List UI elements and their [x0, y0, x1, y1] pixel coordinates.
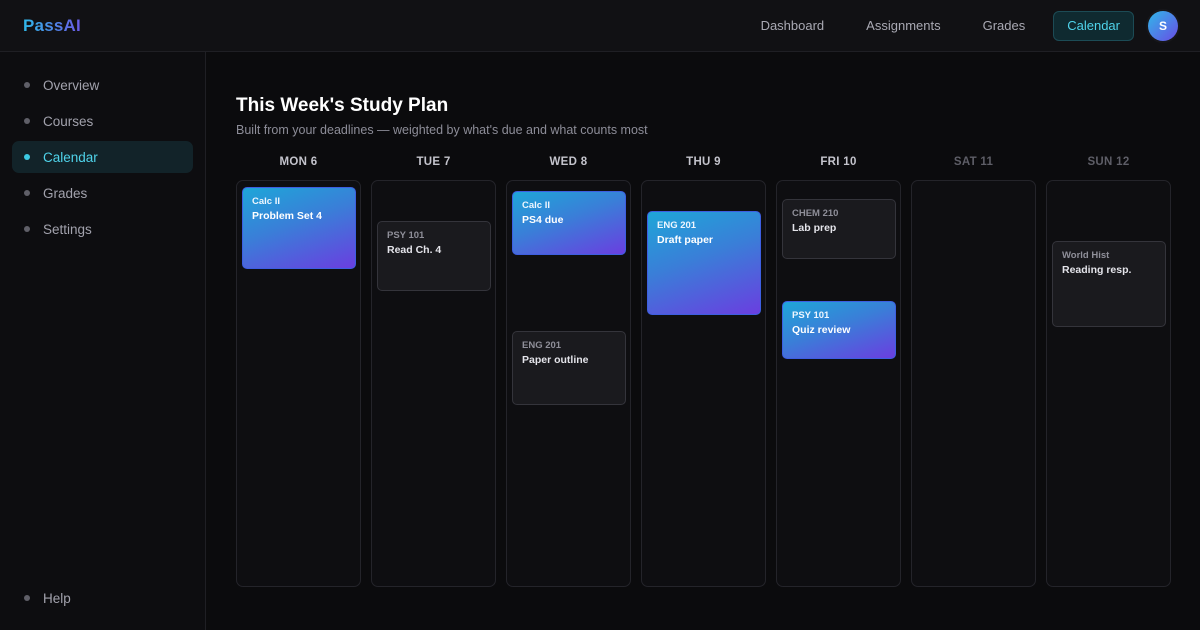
sidebar-item-calendar[interactable]: Calendar [12, 141, 193, 173]
study-task-card[interactable]: PSY 101 Quiz review [782, 301, 896, 359]
task-title: Draft paper [657, 234, 714, 246]
app-logo[interactable]: PassAI [23, 16, 81, 36]
nav-dashboard[interactable]: Dashboard [747, 11, 839, 41]
page-subtitle: Built from your deadlines — weighted by … [236, 123, 648, 137]
task-title: Quiz review [792, 324, 851, 336]
bullet-dot-icon [24, 82, 30, 88]
day-column-fri[interactable]: CHEM 210 Lab prep PSY 101 Quiz review [776, 180, 901, 587]
study-task-card[interactable]: ENG 201 Paper outline [512, 331, 626, 405]
bullet-dot-icon [24, 154, 30, 160]
task-title: Read Ch. 4 [387, 244, 442, 256]
task-title: Lab prep [792, 222, 837, 234]
sidebar-item-label: Grades [43, 185, 88, 201]
sidebar-item-label: Settings [43, 221, 92, 237]
day-header: SAT 11 [953, 156, 994, 168]
study-task-card[interactable]: Calc II Problem Set 4 [242, 187, 356, 269]
day-column-thu[interactable]: ENG 201 Draft paper [641, 180, 766, 587]
day-column-tue[interactable]: PSY 101 Read Ch. 4 [371, 180, 496, 587]
task-course: CHEM 210 [792, 208, 839, 219]
sidebar-item-courses[interactable]: Courses [12, 105, 193, 137]
study-task-card[interactable]: ENG 201 Draft paper [647, 211, 761, 315]
task-title: Problem Set 4 [252, 210, 323, 222]
day-column-sun[interactable]: World Hist Reading resp. [1046, 180, 1171, 587]
task-title: Paper outline [522, 354, 589, 366]
user-avatar[interactable]: S [1148, 11, 1178, 41]
bullet-dot-icon [24, 118, 30, 124]
day-column-sat[interactable] [911, 180, 1036, 587]
task-course: ENG 201 [522, 340, 562, 351]
nav-grades[interactable]: Grades [969, 11, 1040, 41]
day-header: THU 9 [686, 156, 721, 168]
task-title: Reading resp. [1062, 264, 1132, 276]
sidebar-item-label: Help [43, 590, 71, 606]
sidebar-item-label: Courses [43, 113, 94, 129]
day-header: TUE 7 [416, 156, 451, 168]
study-task-card[interactable]: PSY 101 Read Ch. 4 [377, 221, 491, 291]
task-course: Calc II [522, 200, 550, 211]
task-course: PSY 101 [792, 310, 830, 321]
nav-calendar[interactable]: Calendar [1053, 11, 1134, 41]
day-column-wed[interactable]: Calc II PS4 due ENG 201 Paper outline [506, 180, 631, 587]
task-course: ENG 201 [657, 220, 697, 231]
sidebar-item-overview[interactable]: Overview [12, 69, 193, 101]
bullet-dot-icon [24, 190, 30, 196]
page-title: This Week's Study Plan [236, 95, 449, 116]
task-course: PSY 101 [387, 230, 425, 241]
nav-assignments[interactable]: Assignments [852, 11, 954, 41]
top-nav: Dashboard Assignments Grades Calendar [733, 11, 1134, 41]
task-course: Calc II [252, 196, 280, 207]
sidebar: Overview Courses Calendar Grades Setting… [0, 52, 206, 630]
study-task-card[interactable]: CHEM 210 Lab prep [782, 199, 896, 259]
task-course: World Hist [1062, 250, 1110, 261]
bullet-dot-icon [24, 226, 30, 232]
sidebar-item-label: Overview [43, 77, 100, 93]
sidebar-item-settings[interactable]: Settings [12, 213, 193, 245]
day-header: MON 6 [279, 156, 318, 168]
day-header: SUN 12 [1087, 156, 1130, 168]
sidebar-item-grades[interactable]: Grades [12, 177, 193, 209]
sidebar-item-label: Calendar [43, 149, 98, 165]
day-header: FRI 10 [820, 156, 857, 168]
study-task-card[interactable]: Calc II PS4 due [512, 191, 626, 255]
day-column-mon[interactable]: Calc II Problem Set 4 [236, 180, 361, 587]
day-header: WED 8 [549, 156, 588, 168]
bullet-dot-icon [24, 595, 30, 601]
sidebar-item-help[interactable]: Help [12, 582, 193, 614]
study-task-card[interactable]: World Hist Reading resp. [1052, 241, 1166, 327]
top-bar: PassAI Dashboard Assignments Grades Cale… [0, 0, 1200, 52]
task-title: PS4 due [522, 214, 564, 226]
